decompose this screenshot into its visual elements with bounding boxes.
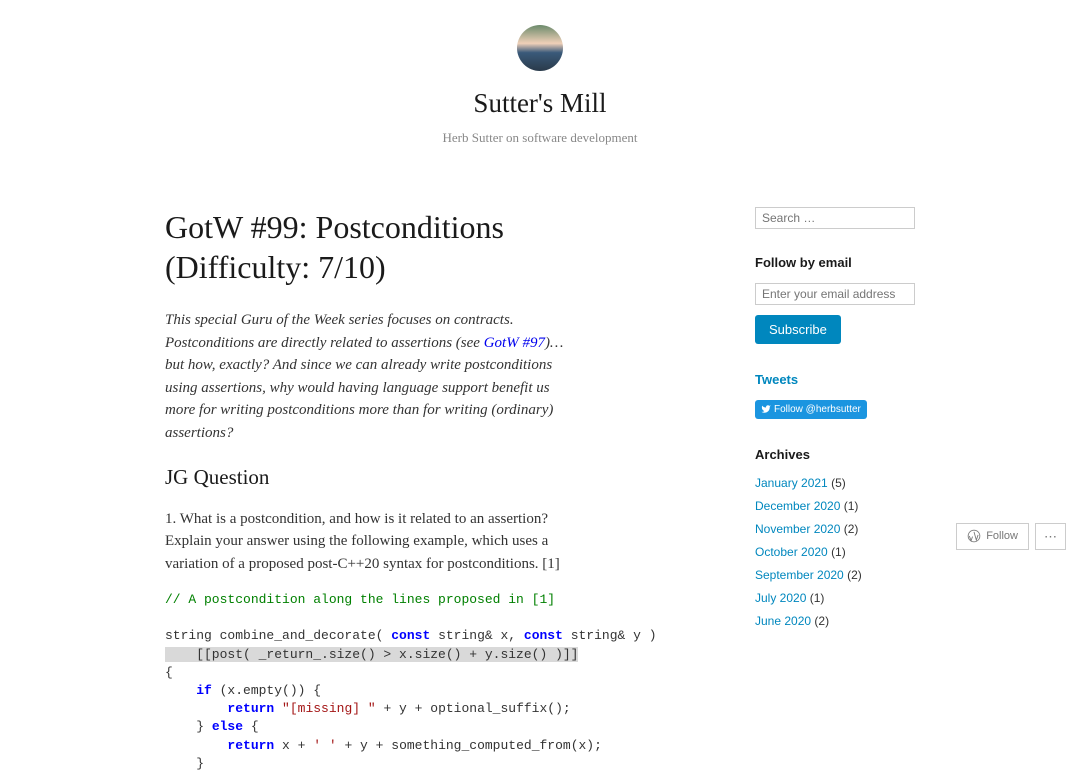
intro-link[interactable]: GotW #97 [484, 335, 545, 351]
archive-count: (2) [847, 568, 862, 582]
follow-label: Follow [986, 528, 1018, 545]
site-tagline: Herb Sutter on software development [0, 128, 1080, 148]
subscribe-button[interactable]: Subscribe [755, 315, 841, 344]
code-string: ' ' [313, 738, 336, 753]
sidebar: Follow by email Subscribe Tweets Follow … [755, 207, 915, 783]
code-line: string combine_and_decorate( [165, 628, 391, 643]
question-text: 1. What is a postcondition, and how is i… [165, 508, 565, 576]
code-keyword: return [227, 738, 274, 753]
post-title: GotW #99: Postconditions (Difficulty: 7/… [165, 207, 565, 287]
search-input[interactable] [755, 207, 915, 229]
archive-link[interactable]: October 2020 [755, 545, 828, 559]
archive-item: July 2020 (1) [755, 589, 915, 607]
archive-count: (1) [831, 545, 846, 559]
tweets-heading[interactable]: Tweets [755, 370, 915, 390]
archive-link[interactable]: January 2021 [755, 476, 828, 490]
code-line: x + [274, 738, 313, 753]
code-comment: // A postcondition along the lines propo… [165, 592, 555, 607]
code-line: string& x, [430, 628, 524, 643]
code-keyword: else [212, 719, 243, 734]
code-line: string& y ) [563, 628, 657, 643]
main-content: GotW #99: Postconditions (Difficulty: 7/… [165, 207, 585, 783]
archive-count: (2) [844, 522, 859, 536]
site-title[interactable]: Sutter's Mill [0, 83, 1080, 124]
site-header: Sutter's Mill Herb Sutter on software de… [0, 0, 1080, 157]
archive-link[interactable]: September 2020 [755, 568, 844, 582]
archive-link[interactable]: December 2020 [755, 499, 840, 513]
code-line [165, 701, 227, 716]
archive-item: December 2020 (1) [755, 497, 915, 515]
twitter-follow-label: Follow @herbsutter [774, 402, 861, 417]
archive-count: (1) [810, 591, 825, 605]
email-field[interactable] [755, 283, 915, 305]
archive-item: September 2020 (2) [755, 566, 915, 584]
archive-link[interactable]: November 2020 [755, 522, 840, 536]
code-keyword: if [196, 683, 212, 698]
archive-count: (1) [844, 499, 859, 513]
avatar[interactable] [517, 25, 563, 71]
code-string: "[missing] " [274, 701, 375, 716]
twitter-follow-button[interactable]: Follow @herbsutter [755, 400, 867, 419]
code-line: } [165, 756, 204, 771]
archives-heading: Archives [755, 445, 915, 465]
follow-email-heading: Follow by email [755, 253, 915, 273]
code-line [165, 738, 227, 753]
code-keyword: const [524, 628, 563, 643]
code-keyword: return [227, 701, 274, 716]
code-block: // A postcondition along the lines propo… [165, 591, 565, 773]
more-button[interactable]: ⋯ [1035, 523, 1066, 551]
section-heading: JG Question [165, 462, 565, 494]
archive-item: November 2020 (2) [755, 520, 915, 538]
archive-link[interactable]: July 2020 [755, 591, 806, 605]
follow-button[interactable]: Follow [956, 523, 1029, 551]
archive-item: January 2021 (5) [755, 474, 915, 492]
archive-count: (5) [831, 476, 846, 490]
archive-item: June 2020 (2) [755, 612, 915, 630]
wordpress-icon [967, 529, 981, 543]
code-line: (x.empty()) { [212, 683, 321, 698]
archive-item: October 2020 (1) [755, 543, 915, 561]
code-line: { [243, 719, 259, 734]
code-highlight: [[post( _return_.size() > x.size() + y.s… [165, 647, 578, 662]
intro-text-1: This special Guru of the Week series foc… [165, 312, 514, 351]
code-line: + y + optional_suffix(); [376, 701, 571, 716]
archive-link[interactable]: June 2020 [755, 614, 811, 628]
code-line: + y + something_computed_from(x); [337, 738, 602, 753]
footer-actions: Follow ⋯ [956, 523, 1066, 551]
twitter-icon [761, 404, 771, 414]
code-line: } [165, 719, 212, 734]
archive-count: (2) [814, 614, 829, 628]
archive-list: January 2021 (5) December 2020 (1) Novem… [755, 474, 915, 630]
code-line [165, 683, 196, 698]
post-intro: This special Guru of the Week series foc… [165, 309, 565, 444]
code-keyword: const [391, 628, 430, 643]
code-line: { [165, 665, 173, 680]
